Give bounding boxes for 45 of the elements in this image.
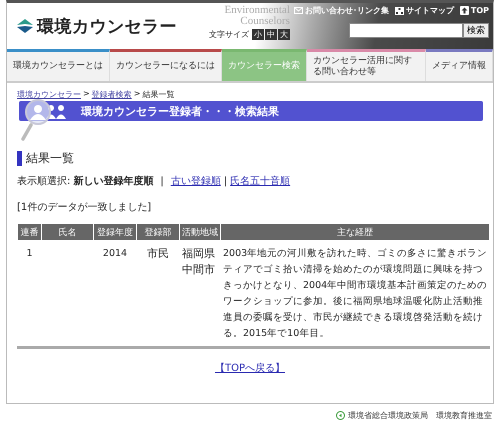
font-size-button[interactable]: 大	[278, 29, 290, 40]
column-header: 主な経歴	[221, 224, 489, 240]
font-size-button[interactable]: 小	[252, 29, 264, 40]
column-header: 活動地域	[180, 224, 220, 240]
footer-text: 環境省総合環境政策局 環境教育推進室	[348, 410, 492, 421]
separator: |	[224, 176, 228, 186]
breadcrumb-current: 結果一覧	[142, 89, 174, 100]
table-cell-text: 2014	[102, 247, 128, 261]
breadcrumb-separator: >	[134, 89, 140, 100]
font-size-button[interactable]: 中	[264, 29, 277, 40]
nav-tab[interactable]: カウンセラーになるには	[110, 49, 222, 81]
sort-label: 表示順選択:	[17, 174, 70, 188]
back-to-top-link[interactable]: 【TOPへ戻る】	[214, 363, 285, 374]
header-link[interactable]: サイトマップ	[394, 5, 454, 16]
breadcrumb-link[interactable]: 環境カウンセラー	[17, 89, 81, 100]
column-header: 登録部	[137, 224, 179, 240]
site-logo[interactable]: 環境カウンセラー	[37, 14, 177, 38]
search-button[interactable]: 検索	[463, 23, 489, 38]
breadcrumb-separator: >	[83, 89, 90, 100]
english-title: Environmental Counselors	[224, 5, 290, 27]
header-link[interactable]: TOP	[460, 5, 489, 16]
sort-option[interactable]: 古い登録順	[170, 174, 221, 188]
mail-icon	[294, 7, 303, 14]
up-arrow-icon	[460, 6, 469, 15]
sort-option[interactable]: 氏名五十音順	[230, 174, 290, 188]
nav-tab[interactable]: カウンセラー活用に関する問い合わせ等	[307, 49, 426, 81]
section-title: 結果一覧	[17, 151, 483, 166]
breadcrumb-link[interactable]: 登録者検索	[92, 89, 132, 100]
sort-option[interactable]: 新しい登録年度順	[73, 174, 154, 188]
font-size-label: 文字サイズ	[208, 29, 249, 40]
banner-title: 環境カウンセラー登録者・・・検索結果	[81, 104, 279, 118]
table-cell-text: 1	[25, 247, 34, 261]
column-header: 登録年度	[94, 224, 136, 240]
column-header: 連番	[18, 224, 41, 240]
sitemap-icon	[394, 6, 404, 14]
column-header: 氏名	[42, 224, 93, 240]
nav-tab[interactable]: メディア情報	[426, 49, 493, 81]
table-cell-text: 2003年地元の河川敷を訪れた時、ゴミの多さに驚きボランティアでゴミ拾い清掃を始めたのが環境問題に興味を持つきっかけとなり、2004年中間市環境基本計画策定のためのワークショップに参加。後に福岡県地球温暖化防止活動推進員の委嘱を受け、市民が継続できる環境啓発活動を続ける。2015年で10年目。	[222, 247, 488, 341]
nav-tab[interactable]: 環境カウンセラーとは	[7, 49, 110, 81]
logo-icon	[17, 19, 33, 33]
table-cell-text: 福岡県中間市	[181, 246, 216, 278]
separator: |	[160, 176, 164, 186]
result-count: [1件のデータが一致しました]	[17, 201, 152, 214]
table-cell-text: 市民	[146, 246, 170, 262]
search-field[interactable]	[349, 23, 463, 38]
